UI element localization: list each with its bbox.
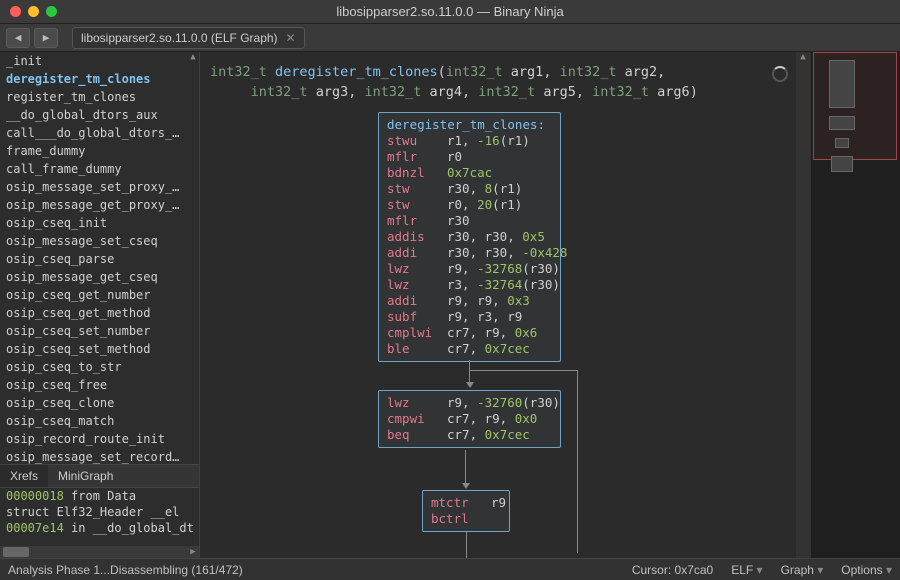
nav-back-button[interactable]: ◀ — [6, 28, 30, 48]
function-list-item[interactable]: osip_cseq_clone — [0, 394, 199, 412]
scroll-right-arrow-icon[interactable]: ▶ — [187, 547, 199, 557]
graph-edge — [469, 370, 577, 371]
minimap-block — [835, 138, 849, 148]
status-options-dropdown[interactable]: Options — [841, 563, 892, 577]
left-subtabs: Xrefs MiniGraph — [0, 464, 199, 488]
status-bar: Analysis Phase 1...Disassembling (161/47… — [0, 558, 900, 580]
loading-spinner-icon — [772, 66, 788, 82]
function-list-item[interactable]: _init — [0, 52, 199, 70]
titlebar: libosipparser2.so.11.0.0 — Binary Ninja — [0, 0, 900, 24]
function-list-item[interactable]: frame_dummy — [0, 142, 199, 160]
function-list[interactable]: ▲ _initderegister_tm_clonesregister_tm_c… — [0, 52, 199, 464]
function-list-item[interactable]: call___do_global_dtors_… — [0, 124, 199, 142]
nav-forward-button[interactable]: ▶ — [34, 28, 58, 48]
function-list-item[interactable]: osip_cseq_free — [0, 376, 199, 394]
function-list-item[interactable]: osip_cseq_get_number — [0, 286, 199, 304]
function-list-item[interactable]: osip_record_route_init — [0, 430, 199, 448]
status-progress: Analysis Phase 1...Disassembling (161/47… — [8, 563, 243, 577]
status-view-dropdown[interactable]: Graph — [781, 563, 824, 577]
scrollbar-thumb[interactable] — [3, 547, 29, 557]
close-tab-icon[interactable]: ✕ — [286, 31, 296, 45]
status-cursor: Cursor: 0x7ca0 — [632, 563, 713, 577]
arrowhead-icon — [462, 483, 470, 489]
graph-edge — [465, 450, 466, 484]
scroll-up-arrow-icon[interactable]: ▲ — [796, 52, 810, 62]
function-list-item[interactable]: call_frame_dummy — [0, 160, 199, 178]
xref-line[interactable]: struct Elf32_Header __el — [0, 504, 199, 520]
function-signature: int32_t deregister_tm_clones(int32_t arg… — [210, 62, 698, 102]
graph-edge — [469, 360, 470, 382]
minimap-block — [829, 60, 855, 108]
function-list-item[interactable]: osip_cseq_parse — [0, 250, 199, 268]
arrowhead-icon — [466, 382, 474, 388]
scroll-up-arrow-icon[interactable]: ▲ — [187, 52, 199, 64]
xrefs-panel[interactable]: 00000018 from Data struct Elf32_Header _… — [0, 488, 199, 558]
function-list-item[interactable]: osip_message_set_cseq — [0, 232, 199, 250]
graph-edge — [466, 532, 467, 558]
basic-block-entry[interactable]: deregister_tm_clones: stwur1, -16(r1) mf… — [378, 112, 561, 362]
basic-block-2[interactable]: lwzr9, -32760(r30) cmpwicr7, r9, 0x0 beq… — [378, 390, 561, 448]
graph-vscrollbar[interactable]: ▲ — [796, 52, 810, 558]
function-list-item[interactable]: osip_cseq_get_method — [0, 304, 199, 322]
xref-hscrollbar[interactable]: ◀ ▶ — [0, 546, 199, 558]
function-list-item[interactable]: osip_message_get_proxy_… — [0, 196, 199, 214]
xref-line[interactable]: 00000018 from Data — [0, 488, 199, 504]
function-list-item[interactable]: osip_cseq_set_method — [0, 340, 199, 358]
function-list-item[interactable]: osip_message_set_proxy_… — [0, 178, 199, 196]
function-list-item[interactable]: __do_global_dtors_aux — [0, 106, 199, 124]
window-title: libosipparser2.so.11.0.0 — Binary Ninja — [0, 4, 900, 19]
function-list-item[interactable]: osip_message_set_record… — [0, 448, 199, 464]
function-list-item[interactable]: osip_cseq_init — [0, 214, 199, 232]
basic-block-3[interactable]: mtctrr9 bctrl — [422, 490, 510, 532]
function-list-item[interactable]: osip_cseq_set_number — [0, 322, 199, 340]
status-filetype-dropdown[interactable]: ELF — [731, 563, 762, 577]
file-tab-label: libosipparser2.so.11.0.0 (ELF Graph) — [81, 31, 278, 45]
left-panel: ▲ _initderegister_tm_clonesregister_tm_c… — [0, 52, 200, 558]
function-list-item[interactable]: register_tm_clones — [0, 88, 199, 106]
graph-view[interactable]: ▲ int32_t deregister_tm_clones(int32_t a… — [200, 52, 810, 558]
minimap-viewport[interactable] — [813, 52, 897, 160]
minimap[interactable] — [810, 52, 900, 558]
function-list-item[interactable]: deregister_tm_clones — [0, 70, 199, 88]
function-list-item[interactable]: osip_cseq_to_str — [0, 358, 199, 376]
main-area: ▲ _initderegister_tm_clonesregister_tm_c… — [0, 52, 900, 558]
graph-edge — [577, 370, 578, 553]
minimap-block — [831, 156, 853, 172]
function-list-item[interactable]: osip_message_get_cseq — [0, 268, 199, 286]
toolbar: ◀ ▶ libosipparser2.so.11.0.0 (ELF Graph)… — [0, 24, 900, 52]
tab-xrefs[interactable]: Xrefs — [0, 465, 48, 487]
minimap-block — [829, 116, 855, 130]
tab-minigraph[interactable]: MiniGraph — [48, 465, 123, 487]
xref-line[interactable]: 00007e14 in __do_global_dt — [0, 520, 199, 536]
file-tab[interactable]: libosipparser2.so.11.0.0 (ELF Graph) ✕ — [72, 27, 305, 49]
function-list-item[interactable]: osip_cseq_match — [0, 412, 199, 430]
